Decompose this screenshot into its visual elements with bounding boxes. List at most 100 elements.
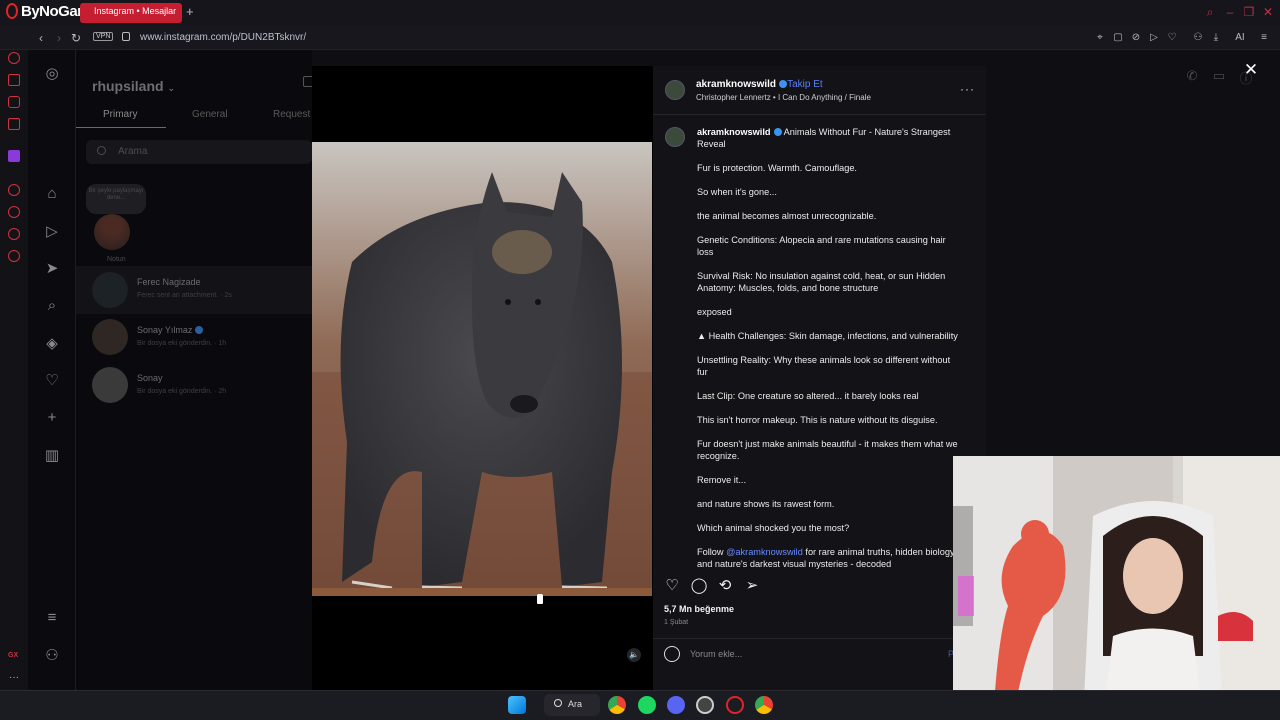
post-date: 1 Şubat [664,619,689,626]
verified-icon [195,326,204,334]
minimize-icon[interactable]: – [1223,5,1237,19]
mute-icon[interactable]: 🔈 [627,648,641,662]
browser-tab-instagram[interactable]: Instagram • Mesajlar [80,3,182,23]
note-label: Notun [107,256,126,263]
follow-button[interactable]: • Takip Et [781,79,823,90]
tab-general[interactable]: General [192,109,228,120]
divider [653,638,986,639]
avatar[interactable] [94,214,130,250]
home-icon[interactable]: ⌂ [44,186,60,202]
player-sidebar-icon[interactable] [8,184,20,196]
notifications-icon[interactable]: ♡ [44,373,60,389]
ai-label: AI [1235,32,1245,43]
speed-dial-icon[interactable] [8,52,20,64]
comment-input[interactable]: Yorum ekle... [690,649,742,659]
nav-search-icon[interactable]: ⌕ [44,298,60,314]
repost-icon[interactable]: ⟲ [716,577,734,595]
twitch-icon[interactable] [8,150,20,162]
heart-icon[interactable]: ♡ [1165,32,1179,43]
forward-icon[interactable]: › [52,31,66,45]
inbox-username[interactable]: rhupsiland ⌄ [92,78,175,94]
caption-line: Survival Risk: No insulation against col… [697,271,946,293]
conversation-preview: Bir dosya eki gönderdin. · 2h [137,388,227,395]
caption-line: exposed [697,307,732,317]
video-icon[interactable]: ▭ [1211,68,1227,84]
bag-icon[interactable] [8,74,20,86]
pin-icon[interactable]: ⌖ [1093,32,1107,43]
create-icon[interactable]: + [44,410,60,426]
adblock-icon[interactable]: ⊘ [1129,32,1143,43]
news-icon[interactable] [8,96,20,108]
menu-icon[interactable]: ≡ [1257,32,1271,43]
conversation-preview: Ferec sent an attachment. · 2s [137,292,232,299]
note-bubble[interactable]: Bir şeyle paylaşmayı dene... [86,184,146,214]
like-icon[interactable]: ♡ [663,577,681,595]
window-close-icon[interactable]: ✕ [1261,5,1275,19]
reload-icon[interactable]: ↻ [69,31,83,45]
snapshot-icon[interactable]: ▢ [1111,32,1125,43]
audio-attribution[interactable]: Christopher Lennertz • I Can Do Anything… [696,93,871,102]
tab-primary[interactable]: Primary [103,109,137,120]
search-placeholder: Arama [118,146,148,157]
more-sidebar-icon[interactable]: ··· [9,672,19,683]
caption-line: Genetic Conditions: Alopecia and rare mu… [697,235,946,257]
url-field[interactable]: www.instagram.com/p/DUN2BTsknvr/ [140,32,306,43]
caption-mention-link[interactable]: @akramknowswild [726,547,803,557]
taskbar-search-label: Ara [568,699,583,709]
back-icon[interactable]: ‹ [34,31,48,45]
mail-icon[interactable] [8,118,20,130]
post-video[interactable] [312,142,652,596]
share-icon[interactable]: ➢ [743,577,761,595]
hairless-bear-image [312,142,652,596]
instagram-logo-icon[interactable]: ◎ [44,66,60,82]
chevron-down-icon: ⌄ [167,83,175,93]
steam-icon[interactable] [696,696,714,714]
gx-icon[interactable]: GX [8,652,18,659]
discord-icon[interactable] [667,696,685,714]
chrome-icon[interactable] [608,696,626,714]
search-icon[interactable]: ⌕ [1203,5,1217,19]
phone-icon[interactable]: ✆ [1184,68,1200,84]
post-author-username[interactable]: akramknowswild [696,79,788,90]
caption-line: the animal becomes almost unrecognizable… [697,211,877,221]
settings-icon[interactable] [8,250,20,262]
explore-icon[interactable]: ◈ [44,336,60,352]
caption-author-avatar[interactable] [665,127,685,147]
vpn-badge[interactable]: VPN [93,32,114,41]
new-tab-button[interactable]: + [186,4,194,19]
chrome-profile-icon[interactable] [755,696,773,714]
opera-sidebar [0,50,28,690]
emoji-icon[interactable] [664,646,680,662]
tab-requests[interactable]: Request [273,109,310,120]
post-caption: akramknowswild Animals Without Fur - Nat… [697,126,959,582]
taskbar-search-icon [554,699,562,707]
spotify-icon[interactable] [638,696,656,714]
ai-button[interactable]: AI [1230,32,1250,43]
messages-icon[interactable]: ➤ [44,261,60,277]
profile-icon[interactable]: ⚇ [1191,32,1205,43]
extensions-icon[interactable] [8,228,20,240]
dashboard-icon[interactable]: ▥ [44,448,60,464]
caption-line: ▲ Health Challenges: Skin damage, infect… [697,331,958,341]
avatar [92,319,128,355]
windows-start-icon[interactable] [508,696,526,714]
close-modal-icon[interactable]: ✕ [1243,60,1259,80]
more-options-icon[interactable]: ··· [960,82,975,96]
verified-icon [773,128,782,136]
webcam-overlay [953,456,1280,720]
like-count[interactable]: 5,7 Mn beğenme [664,604,734,614]
maximize-icon[interactable]: ❐ [1242,5,1256,19]
post-author-avatar[interactable] [665,80,685,100]
more-menu-icon[interactable]: ≡ [44,610,60,626]
opera-gx-icon[interactable] [726,696,744,714]
reels-icon[interactable]: ▷ [44,224,60,240]
conversation-name: Sonay [137,373,163,383]
comment-icon[interactable]: ◯ [690,577,708,595]
caption-follow-prefix: Follow [697,547,727,557]
history-icon[interactable] [8,206,20,218]
download-icon[interactable]: ⤓ [1209,32,1223,43]
caption-username[interactable]: akramknowswild [697,127,771,137]
also-from-meta-icon[interactable]: ⚇ [44,648,60,664]
caption-line: and nature shows its rawest form. [697,499,835,509]
player-icon[interactable]: ▷ [1147,32,1161,43]
